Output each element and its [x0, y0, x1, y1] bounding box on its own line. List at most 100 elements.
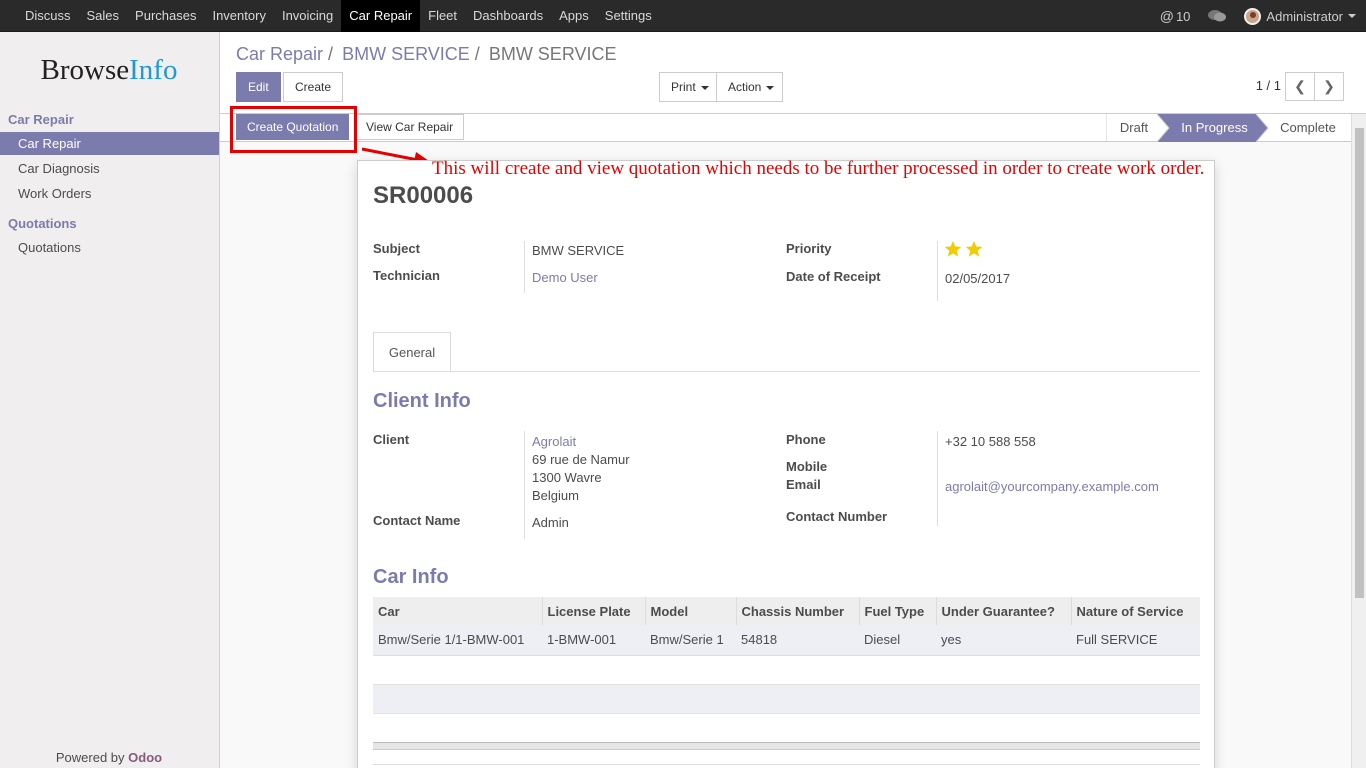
table-cell: Bmw/Serie 1: [645, 625, 736, 656]
email-label: Email: [786, 477, 821, 492]
contact-number-label: Contact Number: [786, 509, 888, 524]
subject-value: BMW SERVICE: [532, 243, 625, 258]
at-icon: @: [1159, 8, 1174, 24]
mentions-button[interactable]: @ 10: [1160, 8, 1191, 24]
pager-previous-button[interactable]: ❮: [1285, 72, 1315, 101]
edit-button[interactable]: Edit: [236, 72, 281, 102]
mobile-label: Mobile: [786, 459, 828, 474]
column-header[interactable]: Car: [373, 597, 543, 625]
client-link[interactable]: Agrolait: [532, 434, 576, 449]
breadcrumb-car-repair[interactable]: Car Repair: [236, 44, 323, 64]
breadcrumb-bmw-service[interactable]: BMW SERVICE: [342, 44, 470, 64]
powered-by-text: Powered by: [55, 750, 125, 765]
sidebar: BrowseInfo Car Repair Car Repair Car Dia…: [0, 32, 220, 768]
logo-text-right: Info: [129, 54, 178, 86]
stage-complete[interactable]: Complete: [1270, 114, 1346, 141]
menu-discuss[interactable]: Discuss: [17, 0, 79, 32]
contact-name-label: Contact Name: [373, 513, 461, 528]
table-cell: Bmw/Serie 1/1-BMW-001: [373, 625, 542, 656]
technician-link[interactable]: Demo User: [532, 270, 598, 285]
menu-sales[interactable]: Sales: [79, 0, 128, 32]
star-icon[interactable]: [944, 240, 962, 258]
stage-draft[interactable]: Draft: [1109, 114, 1159, 141]
technician-label: Technician: [373, 268, 440, 283]
client-label: Client: [373, 432, 410, 447]
table-cell: 1-BMW-001: [542, 625, 645, 656]
table-header-row: Car License Plate Model Chassis Number F…: [373, 597, 1200, 625]
chevron-left-icon: ❮: [1294, 78, 1306, 94]
annotation-text: This will create and view quotation whic…: [432, 158, 1205, 179]
menu-car-repair[interactable]: Car Repair: [341, 0, 421, 32]
print-dropdown[interactable]: Print: [659, 72, 717, 102]
address-line: 1300 Wavre: [532, 470, 602, 485]
stage-in-progress[interactable]: In Progress: [1169, 114, 1260, 141]
sidebar-item-car-diagnosis[interactable]: Car Diagnosis: [0, 157, 219, 180]
sidebar-section-car-repair[interactable]: Car Repair: [8, 112, 74, 127]
menu-purchases[interactable]: Purchases: [127, 0, 204, 32]
chevron-down-icon: [700, 85, 709, 90]
scrollbar[interactable]: [1351, 114, 1366, 768]
column-header[interactable]: Model: [645, 597, 737, 625]
column-header[interactable]: Nature of Service: [1071, 597, 1200, 625]
divider: [373, 764, 1200, 765]
odoo-link[interactable]: Odoo: [128, 750, 162, 765]
menu-settings[interactable]: Settings: [597, 0, 660, 32]
car-info-heading: Car Info: [373, 566, 449, 588]
user-menu[interactable]: Administrator: [1244, 7, 1356, 25]
column-header[interactable]: Chassis Number: [736, 597, 860, 625]
client-info-heading: Client Info: [373, 390, 471, 412]
column-header[interactable]: License Plate: [542, 597, 646, 625]
table-footer: [373, 742, 1200, 750]
action-dropdown[interactable]: Action: [716, 72, 783, 102]
address-line: Belgium: [532, 488, 579, 503]
chevron-down-icon: [766, 85, 775, 90]
pager-next-button[interactable]: ❯: [1314, 72, 1344, 101]
scrollbar-thumb[interactable]: [1355, 128, 1364, 598]
record-reference: SR00006: [373, 182, 474, 209]
contact-name-value: Admin: [532, 515, 569, 530]
star-icon[interactable]: [965, 240, 983, 258]
print-label: Print: [671, 80, 696, 94]
sidebar-item-work-orders[interactable]: Work Orders: [0, 182, 219, 205]
chat-button[interactable]: [1208, 9, 1227, 23]
form-statusbar: Create Quotation View Car Repair Draft I…: [220, 114, 1351, 142]
tab-divider: [373, 371, 1200, 372]
sidebar-item-quotations[interactable]: Quotations: [0, 236, 219, 259]
table-cell: 54818: [736, 625, 859, 656]
column-header[interactable]: Under Guarantee?: [936, 597, 1072, 625]
column-header[interactable]: Fuel Type: [859, 597, 937, 625]
sidebar-item-car-repair[interactable]: Car Repair: [0, 132, 219, 155]
logo-text-left: Browse: [40, 54, 130, 86]
pager-value: 1 / 1: [1255, 78, 1281, 93]
field-divider: [524, 431, 525, 539]
table-cell: Full SERVICE: [1071, 625, 1200, 656]
address-line: 69 rue de Namur: [532, 452, 630, 467]
form-sheet: SR00006 Subject BMW SERVICE Technician D…: [357, 160, 1215, 768]
empty-row: [373, 684, 1200, 714]
menu-invoicing[interactable]: Invoicing: [274, 0, 341, 32]
menu-inventory[interactable]: Inventory: [204, 0, 273, 32]
powered-by: Powered by Odoo: [0, 750, 218, 765]
subject-label: Subject: [373, 241, 420, 256]
view-car-repair-button[interactable]: View Car Repair: [355, 114, 465, 140]
menu-fleet[interactable]: Fleet: [420, 0, 465, 32]
browseinfo-logo: BrowseInfo: [0, 54, 218, 87]
top-navbar: Discuss Sales Purchases Inventory Invoic…: [0, 0, 1366, 32]
priority-label: Priority: [786, 241, 832, 256]
chat-bubbles-icon: [1208, 10, 1227, 22]
phone-value: +32 10 588 558: [945, 434, 1036, 449]
table-row[interactable]: Bmw/Serie 1/1-BMW-001 1-BMW-001 Bmw/Seri…: [373, 625, 1200, 656]
phone-label: Phone: [786, 432, 826, 447]
tab-general[interactable]: General: [373, 332, 451, 372]
field-divider: [937, 431, 938, 526]
email-link[interactable]: agrolait@yourcompany.example.com: [945, 479, 1159, 494]
create-button[interactable]: Create: [283, 72, 344, 102]
menu-dashboards[interactable]: Dashboards: [465, 0, 551, 32]
chevron-down-icon: [1348, 14, 1356, 18]
table-cell: Diesel: [859, 625, 936, 656]
control-panel: Car Repair / BMW SERVICE / BMW SERVICE E…: [220, 32, 1366, 114]
menu-apps[interactable]: Apps: [551, 0, 597, 32]
user-name: Administrator: [1266, 8, 1343, 24]
mentions-count: 10: [1175, 8, 1191, 24]
sidebar-section-quotations[interactable]: Quotations: [8, 216, 77, 231]
